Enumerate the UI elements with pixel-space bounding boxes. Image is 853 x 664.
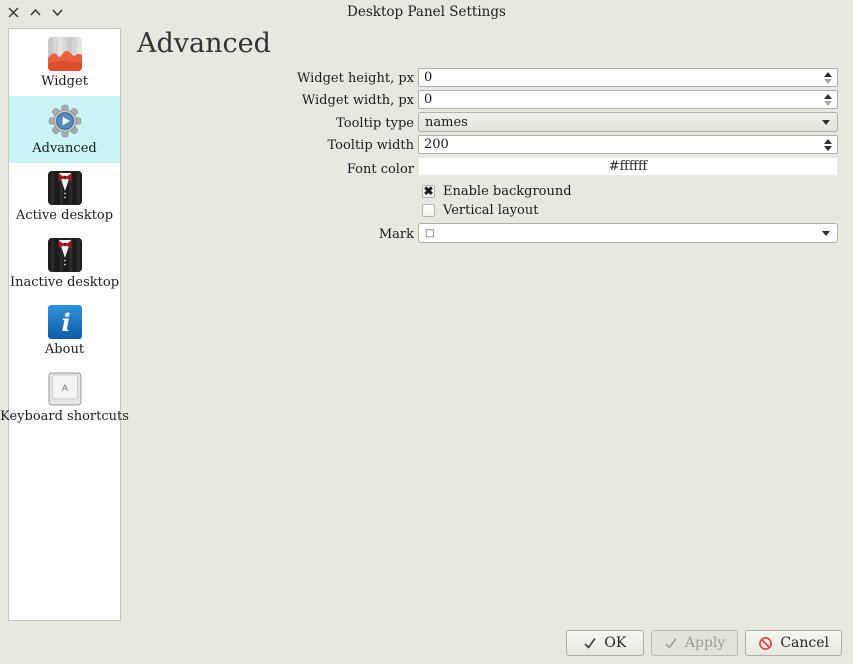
cancel-button-label: Cancel: [780, 635, 829, 651]
window-title: Desktop Panel Settings: [0, 4, 853, 20]
dialog-buttons: OK Apply Cancel: [566, 630, 842, 656]
mark-value: □: [419, 228, 822, 239]
checkbox-label: Vertical layout: [443, 203, 538, 218]
widget-height-label: Widget height, px: [0, 71, 418, 86]
spin-down-icon[interactable]: [824, 101, 832, 106]
sidebar-item-label: Inactive desktop: [10, 275, 119, 290]
chevron-down-icon: [822, 231, 830, 236]
tooltip-width-row: Tooltip width: [0, 135, 853, 156]
checkbox-box[interactable]: ✖: [422, 185, 435, 198]
enable-background-checkbox[interactable]: ✖ Enable background: [422, 182, 853, 201]
tooltip-width-spinbox: [418, 135, 838, 154]
widget-width-label: Widget width, px: [0, 93, 418, 108]
widget-width-row: Widget width, px: [0, 90, 853, 111]
mark-label: Mark: [0, 227, 418, 242]
tooltip-width-label: Tooltip width: [0, 138, 418, 153]
tooltip-type-row: Tooltip type names: [0, 112, 853, 134]
advanced-form: Widget height, px Widget width, px: [0, 68, 853, 246]
widget-height-row: Widget height, px: [0, 68, 853, 89]
tooltip-width-input[interactable]: [419, 137, 821, 152]
tooltip-type-select[interactable]: names: [418, 112, 838, 132]
apply-button[interactable]: Apply: [651, 630, 738, 656]
sidebar-item-label: About: [45, 342, 84, 357]
spinner-arrows[interactable]: [821, 94, 837, 106]
sidebar-item-keyboard-shortcuts[interactable]: A Keyboard shortcuts: [9, 364, 120, 431]
page-title: Advanced: [137, 28, 271, 59]
spin-down-icon[interactable]: [824, 146, 832, 151]
widget-width-input[interactable]: [419, 92, 821, 107]
widget-height-spinbox: [418, 68, 838, 87]
font-color-label: Font color: [0, 162, 418, 177]
tooltip-type-label: Tooltip type: [0, 116, 418, 131]
widget-height-input[interactable]: [419, 70, 821, 85]
mark-row: Mark □: [0, 223, 853, 245]
chart-widget-icon: [48, 37, 82, 71]
check-icon: [664, 636, 678, 650]
sidebar-item-label: Keyboard shortcuts: [0, 409, 129, 424]
spinner-arrows[interactable]: [821, 72, 837, 84]
mark-select[interactable]: □: [418, 223, 838, 243]
checkbox-label: Enable background: [443, 184, 572, 199]
tooltip-type-value: names: [419, 115, 822, 130]
cancel-icon: [758, 636, 773, 651]
checkbox-box[interactable]: [422, 204, 435, 217]
font-color-row: Font color #ffffff: [0, 157, 853, 181]
svg-text:i: i: [61, 308, 70, 337]
spin-up-icon[interactable]: [824, 139, 832, 144]
widget-width-spinbox: [418, 90, 838, 109]
vertical-layout-checkbox[interactable]: Vertical layout: [422, 201, 853, 220]
info-icon: i: [48, 305, 82, 339]
spin-up-icon[interactable]: [824, 72, 832, 77]
apply-button-label: Apply: [685, 635, 725, 651]
cancel-button[interactable]: Cancel: [745, 630, 842, 656]
spin-down-icon[interactable]: [824, 79, 832, 84]
font-color-button[interactable]: #ffffff: [418, 157, 838, 176]
sidebar-item-about[interactable]: i About: [9, 297, 120, 364]
svg-text:A: A: [61, 384, 68, 394]
spin-up-icon[interactable]: [824, 94, 832, 99]
ok-button-label: OK: [604, 635, 626, 651]
keyboard-key-icon: A: [48, 372, 82, 406]
check-icon: [583, 636, 597, 650]
chevron-down-icon: [822, 120, 830, 125]
spinner-arrows[interactable]: [821, 139, 837, 151]
ok-button[interactable]: OK: [566, 630, 644, 656]
font-color-value: #ffffff: [609, 159, 648, 174]
